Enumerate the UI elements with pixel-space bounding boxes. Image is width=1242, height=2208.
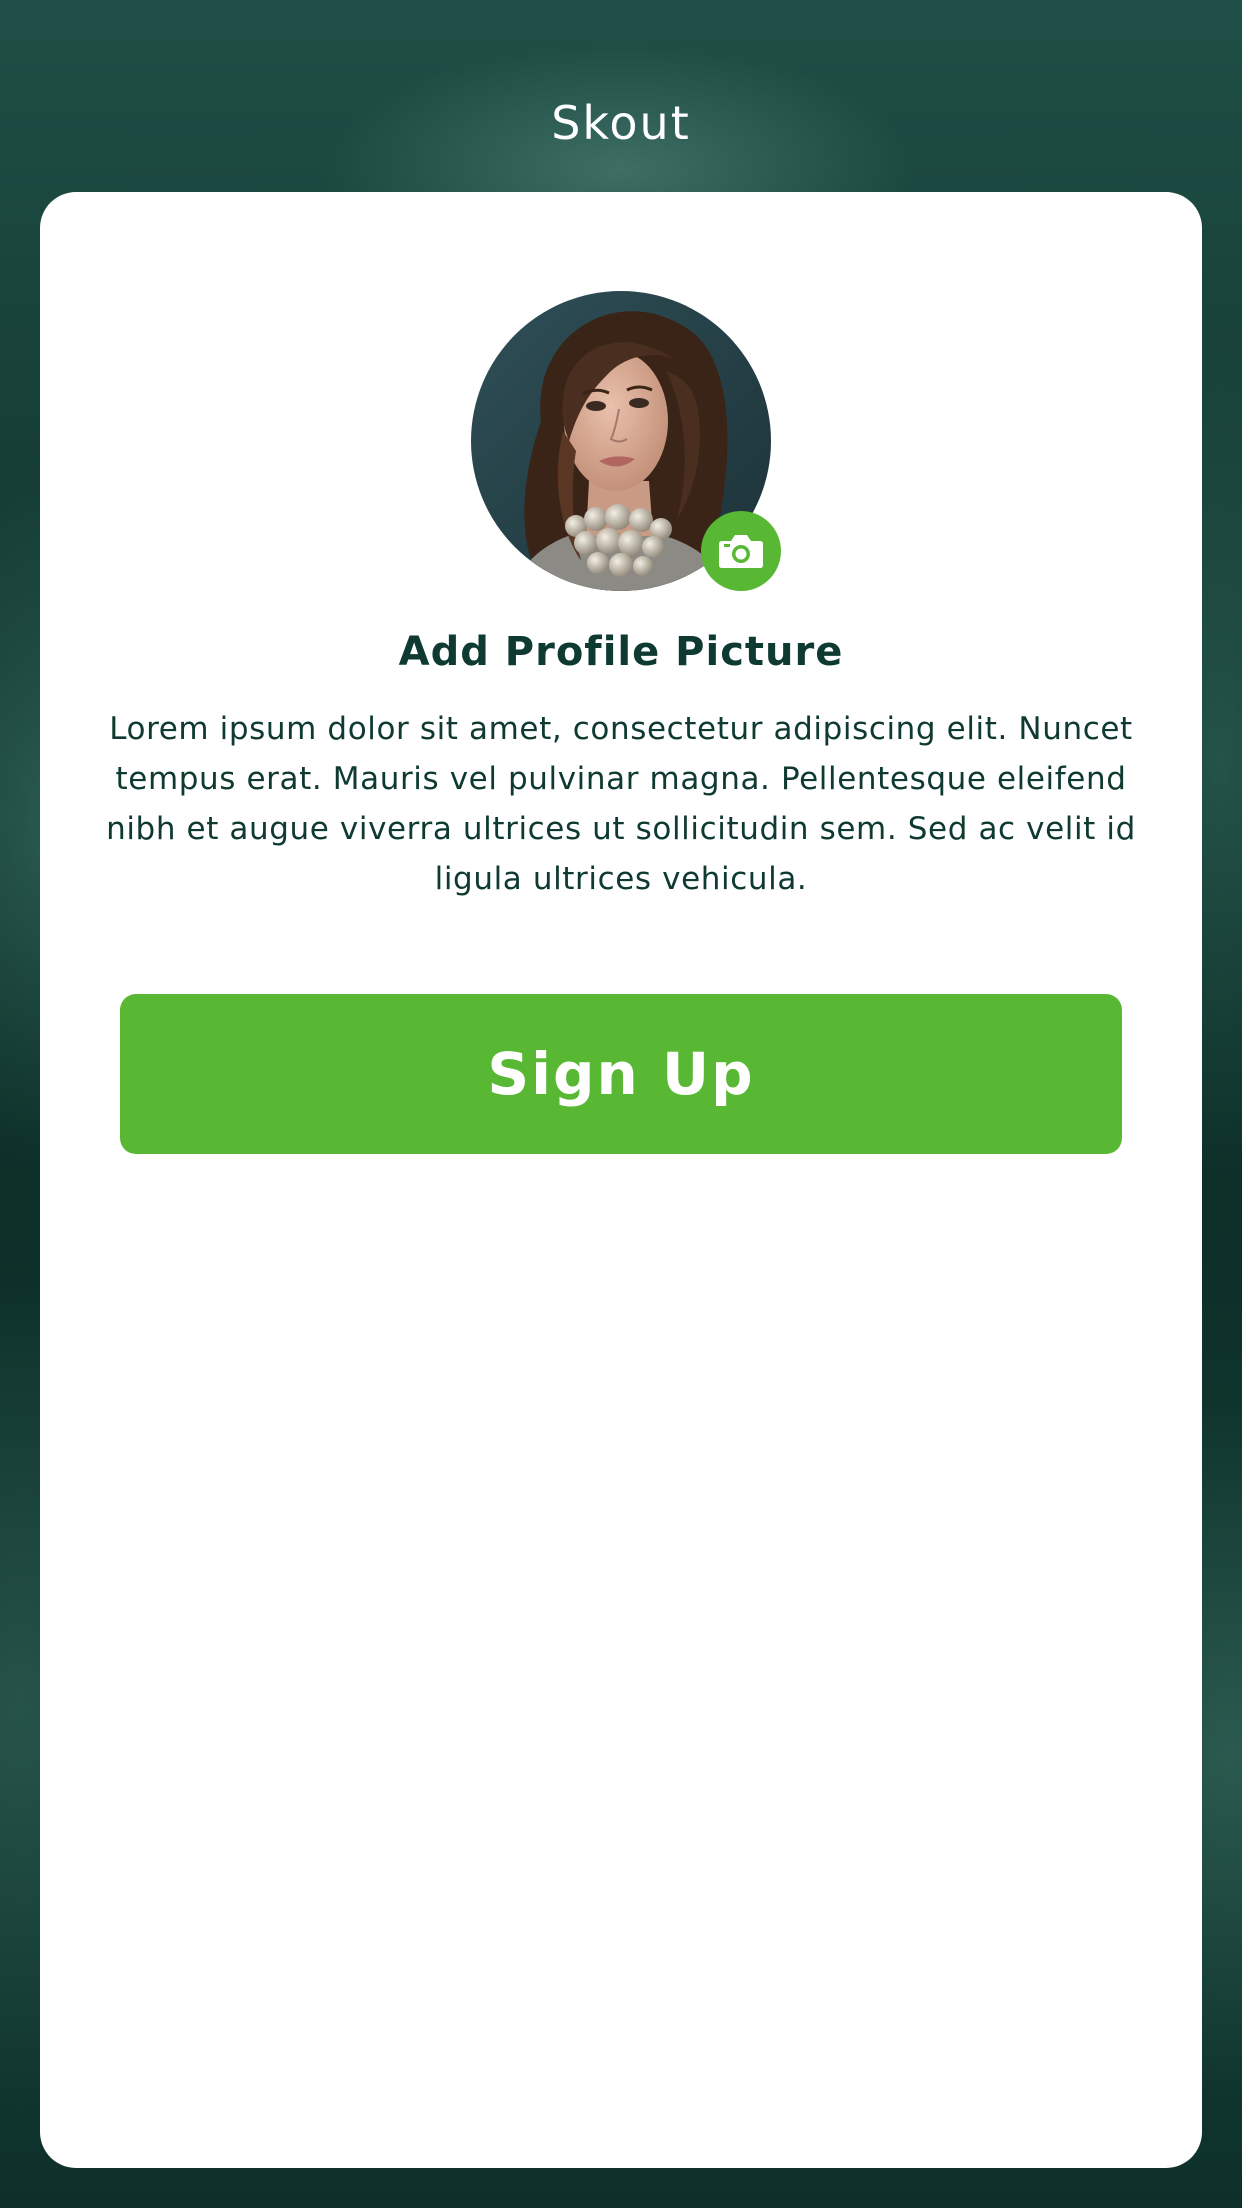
avatar-container[interactable] — [471, 291, 781, 591]
profile-card: Add Profile Picture Lorem ipsum dolor si… — [40, 192, 1202, 2168]
change-photo-button[interactable] — [701, 511, 781, 591]
add-profile-picture-title: Add Profile Picture — [398, 629, 844, 675]
profile-description: Lorem ipsum dolor sit amet, consectetur … — [106, 711, 1136, 897]
sign-up-button[interactable]: Sign Up — [120, 994, 1122, 1154]
app-title: Skout — [551, 96, 691, 150]
camera-icon — [719, 535, 763, 568]
